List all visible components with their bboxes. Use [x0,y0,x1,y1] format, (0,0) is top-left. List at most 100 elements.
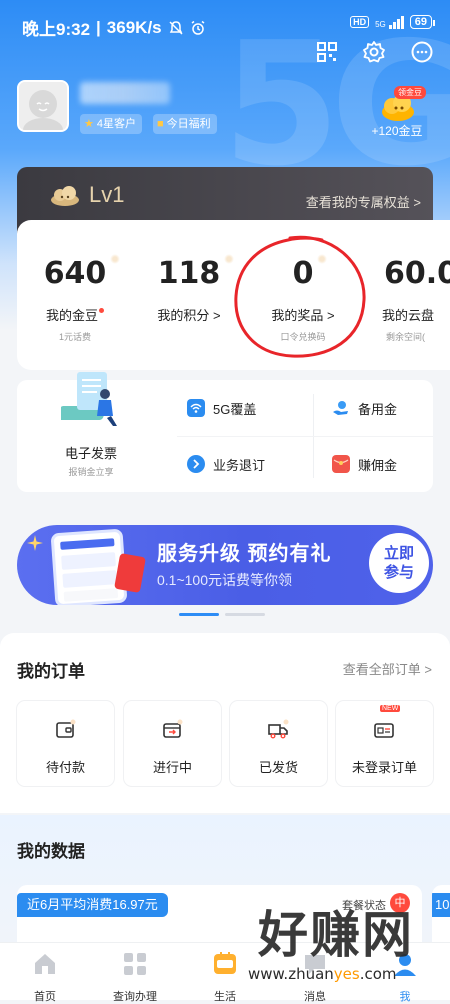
order-pending-payment[interactable]: 待付款 [17,701,114,786]
stat-value: 640 [44,254,121,291]
nav-me[interactable]: 我 [360,947,450,1004]
pager-dot[interactable] [225,613,265,616]
coin-reward-label: +120金豆 [371,124,423,138]
battery-indicator: 69 [409,15,436,29]
service-label: 赚佣金 [358,457,398,473]
service-label: 5G覆盖 [213,401,257,417]
red-envelope-illustration [114,553,146,593]
service-earn-commission[interactable]: 赚佣金 [332,452,450,476]
order-label: 未登录订单 [351,760,417,775]
avatar[interactable] [17,80,69,132]
grid-icon [124,953,146,975]
signal-5g-icon: 5G [375,15,404,29]
customer-level-label: 4星客户 [96,118,136,130]
phone-illustration [50,528,128,605]
daily-benefit-tag[interactable]: ■ 今日福利 [153,114,217,134]
status-separator: | [96,17,101,37]
scan-icon[interactable] [315,40,339,64]
nav-messages[interactable]: 消息 [270,947,360,1004]
stat-cloud-drive[interactable]: 60.0 我的云盘 剩余空间( [362,256,450,343]
plan-status-badge: 中 [390,893,410,913]
red-envelope-icon [332,455,350,473]
level-bean-icon [51,186,79,206]
stat-label: 我的金豆 [17,305,135,324]
me-icon [394,954,416,976]
service-label: 备用金 [358,401,398,417]
customer-level-tag[interactable]: ★ 4星客户 [80,114,142,134]
stat-sub: 1元话费 [58,332,91,342]
service-5g-coverage[interactable]: 5G覆盖 [187,396,317,420]
default-avatar-icon [19,82,67,130]
order-label: 进行中 [152,760,192,775]
promo-banner[interactable]: 服务升级 预约有礼 0.1~100元话费等你领 立即 参与 [17,525,433,605]
bottom-nav: 首页 查询办理 生活 消息 我 [0,942,450,1003]
home-icon [35,954,55,974]
divider [177,436,433,437]
nav-home[interactable]: 首页 [0,947,90,1004]
username-blurred [80,82,170,104]
arrow-circle-icon [187,455,205,473]
service-reserve-fund[interactable]: 备用金 [332,396,450,420]
id-card-icon [374,723,394,738]
message-icon [305,955,325,974]
muted-bell-icon [169,20,183,35]
stat-label: 我的云盘 [382,308,435,323]
view-all-orders-link[interactable]: 查看全部订单 > [343,659,432,678]
promo-title: 服务升级 预约有礼 [157,543,332,565]
order-label: 已发货 [258,760,298,775]
notification-dot [99,308,104,313]
nav-label: 查询办理 [113,991,157,1003]
message-bubble-icon[interactable] [410,40,434,64]
service-label: 业务退订 [213,457,266,473]
status-time: 晚上9:32 [22,20,91,39]
e-invoice-label: 电子发票 [64,446,117,461]
hand-coin-icon [332,399,350,417]
stats-card: 640 我的金豆 1元话费 118 我的积分 > 0 我的奖品 > 口令兑换码 … [17,220,450,370]
carousel-pager [179,613,265,616]
hd-badge: HD [350,16,370,28]
stat-value: 60.0 [384,256,450,291]
life-icon [214,952,236,974]
stat-gold-beans[interactable]: 640 我的金豆 1元话费 [17,254,135,343]
promo-subtitle: 0.1~100元话费等你领 [157,572,292,588]
stat-points[interactable]: 118 我的积分 > [129,254,249,330]
order-not-logged-in[interactable]: NEW 未登录订单 [336,701,433,786]
sparkle-icon [27,535,43,551]
new-badge: NEW [380,705,401,712]
level-benefits-link[interactable]: 查看我的专属权益 > [306,192,421,211]
nav-life[interactable]: 生活 [180,947,270,1004]
stat-label: 我的奖品 > [271,308,335,323]
stat-label: 我的积分 > [157,308,221,323]
status-left: 晚上9:32 | 369K/s [22,15,206,40]
gift-icon: ■ [157,118,164,130]
service-unsubscribe[interactable]: 业务退订 [187,452,317,476]
status-right: HD 5G 69 [350,15,436,29]
orders-title: 我的订单 [17,662,85,681]
order-shipped[interactable]: 已发货 [230,701,327,786]
box-arrow-icon [163,719,183,738]
gear-icon[interactable] [362,40,386,64]
order-label: 待付款 [45,760,85,775]
avg-consumption-tag: 近6月平均消费16.97元 [17,893,168,917]
level-label: Lv1 [89,182,125,207]
stat-prizes[interactable]: 0 我的奖品 > 口令兑换码 [243,254,363,343]
orders-section: 我的订单 查看全部订单 > 待付款 进行中 已发货 NEW 未登录订单 [0,633,450,813]
my-data-title: 我的数据 [17,842,85,861]
invoice-illustration-icon [61,372,117,426]
nav-label: 消息 [304,991,326,1003]
e-invoice-sub: 报销金立享 [68,467,114,477]
daily-benefit-label: 今日福利 [166,118,211,130]
pager-dot-active[interactable] [179,613,219,616]
join-now-button[interactable]: 立即 参与 [369,533,429,593]
wallet-icon [56,719,76,738]
gold-bean-reward[interactable]: 领金豆 +120金豆 [362,86,432,146]
stat-sub: 口令兑换码 [280,332,326,342]
e-invoice-service[interactable]: 电子发票 报销金立享 [17,372,165,492]
status-speed: 369K/s [106,17,162,37]
coin-badge: 领金豆 [394,86,426,99]
alarm-icon [191,20,205,35]
nav-label: 生活 [214,991,236,1003]
order-in-progress[interactable]: 进行中 [124,701,221,786]
nav-query[interactable]: 查询办理 [90,947,180,1004]
stat-value: 118 [158,254,235,291]
